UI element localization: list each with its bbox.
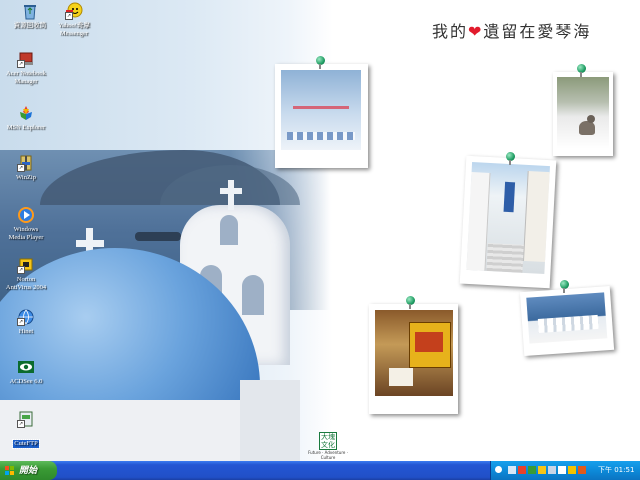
desktop[interactable]: 我的❤遺留在愛琴海 資源回收筒 ↗ Yahoo!奇摩 Messenger ↗ A…	[0, 0, 640, 461]
publisher-logo: 大塊文化 Future · Adventure · Culture	[308, 432, 348, 460]
yahoo-messenger-icon: ↗	[65, 2, 83, 20]
polaroid-photo-cat	[553, 72, 613, 156]
desktop-icon-acer-notebook-manager[interactable]: ↗ Acer Notebook Manager	[0, 50, 56, 86]
desktop-icon-label: MSN Explorer	[6, 124, 46, 131]
boat-background	[135, 232, 181, 241]
msn-explorer-icon	[17, 104, 35, 122]
windows-flag-icon	[5, 466, 14, 475]
wallpaper-title: 我的❤遺留在愛琴海	[432, 18, 591, 42]
volume-icon[interactable]	[518, 466, 526, 474]
network-icon[interactable]	[508, 466, 516, 474]
winzip-icon: ↗	[17, 154, 35, 172]
messenger-tray-icon[interactable]	[528, 466, 536, 474]
system-tray: 下午 01:51	[490, 461, 640, 480]
windows-media-player-icon	[17, 206, 35, 224]
cross-background	[228, 180, 234, 210]
desktop-icon-label: Windows Media Player	[8, 226, 44, 241]
pushpin-icon	[560, 280, 569, 293]
display-tray-icon[interactable]	[548, 466, 556, 474]
security-tray-icon[interactable]	[578, 466, 586, 474]
desktop-icon-msn-explorer[interactable]: MSN Explorer	[0, 104, 56, 132]
start-button-label: 開始	[19, 465, 38, 475]
keyboard-tray-icon[interactable]	[568, 466, 576, 474]
start-button[interactable]: 開始	[0, 461, 57, 480]
desktop-icon-windows-media-player[interactable]: Windows Media Player	[0, 206, 56, 242]
desktop-icon-winzip[interactable]: ↗ WinZip	[0, 154, 56, 182]
taskbar: 開始 下午 01:51	[0, 461, 640, 480]
desktop-icon-label: Hinet	[18, 328, 34, 335]
dome-base-background	[240, 380, 300, 461]
cross-background	[220, 188, 242, 194]
desktop-icon-norton-antivirus[interactable]: ↗ Norton AntiVirus 2004	[0, 256, 56, 292]
desktop-icon-acdsee[interactable]: ACDSee 6.0	[0, 358, 56, 386]
pushpin-icon	[406, 296, 415, 309]
publisher-caption: Future · Adventure · Culture	[308, 450, 348, 460]
norton-antivirus-icon: ↗	[17, 256, 35, 274]
polaroid-photo-poster	[275, 64, 368, 168]
desktop-icon-yahoo-messenger[interactable]: ↗ Yahoo!奇摩 Messenger	[44, 2, 104, 38]
polaroid-photo-shop	[369, 304, 458, 414]
pushpin-icon	[577, 64, 586, 77]
desktop-icon-label: Acer Notebook Manager	[6, 70, 46, 85]
desktop-icon-label: Yahoo!奇摩 Messenger	[58, 22, 90, 37]
tray-expand-icon[interactable]	[495, 466, 502, 473]
antivirus-tray-icon[interactable]	[538, 466, 546, 474]
wallpaper-title-part2: 遺留在愛琴海	[483, 22, 592, 41]
desktop-icon-hinet[interactable]: ↗ Hinet	[0, 308, 56, 336]
clock[interactable]: 下午 01:51	[598, 461, 634, 480]
desktop-icon-cuteftp[interactable]: ↗ CuteFTP	[0, 410, 56, 449]
wallpaper-title-part1: 我的	[432, 22, 469, 41]
hinet-icon: ↗	[17, 308, 35, 326]
recycle-bin-icon	[21, 2, 39, 20]
desktop-icon-label: ACDSee 6.0	[9, 378, 43, 385]
publisher-logo-icon: 大塊文化	[319, 432, 337, 450]
desktop-icon-label: WinZip	[16, 174, 36, 181]
polaroid-photo-coast	[519, 285, 615, 357]
desktop-icon-label: CuteFTP	[12, 439, 40, 449]
power-tray-icon[interactable]	[558, 466, 566, 474]
pushpin-icon	[316, 56, 325, 69]
cross-background	[76, 240, 104, 247]
cuteftp-icon: ↗	[17, 410, 35, 428]
acer-notebook-manager-icon: ↗	[17, 50, 35, 68]
heart-icon: ❤	[468, 22, 484, 41]
polaroid-photo-alley	[459, 155, 557, 289]
desktop-icon-label: Norton AntiVirus 2004	[5, 276, 47, 291]
pushpin-icon	[506, 152, 515, 165]
acdsee-icon	[17, 358, 35, 376]
